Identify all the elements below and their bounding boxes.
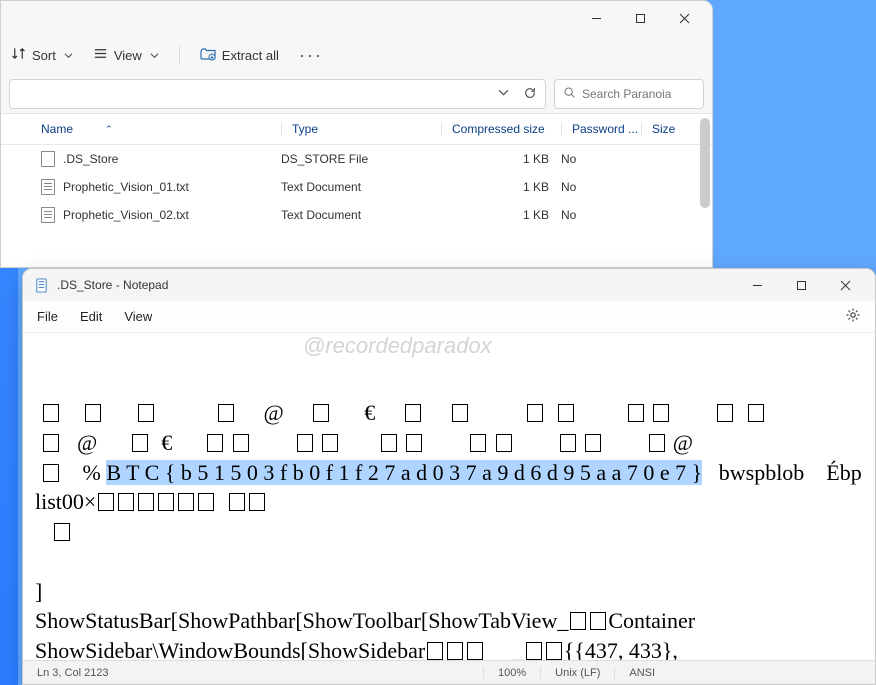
toolbar-divider bbox=[179, 45, 180, 65]
extract-icon bbox=[200, 46, 216, 65]
text-content: _ bbox=[485, 638, 524, 660]
chevron-down-icon bbox=[64, 48, 73, 63]
address-row bbox=[1, 75, 712, 113]
search-input[interactable] bbox=[582, 87, 713, 101]
chevron-down-icon bbox=[150, 48, 159, 63]
text-content bbox=[524, 638, 564, 660]
col-compressed[interactable]: Compressed size bbox=[441, 122, 561, 136]
sort-asc-icon: ⌃ bbox=[105, 124, 113, 135]
col-name[interactable]: Name ⌃ bbox=[41, 122, 281, 136]
watermark-text: @recordedparadox bbox=[303, 333, 492, 361]
gear-icon[interactable] bbox=[845, 307, 861, 326]
highlighted-flag: B T C { b 5 1 5 0 3 f b 0 f 1 f 2 7 a d … bbox=[106, 460, 702, 485]
refresh-icon[interactable] bbox=[523, 86, 537, 103]
extract-all-button[interactable]: Extract all bbox=[200, 46, 279, 65]
file-list: Name ⌃ Type Compressed size Password ...… bbox=[1, 113, 712, 268]
notepad-menubar: File Edit View bbox=[23, 301, 875, 333]
menu-view[interactable]: View bbox=[124, 309, 152, 324]
text-content: ShowSidebar\WindowBounds[ShowSidebar bbox=[35, 638, 425, 660]
close-button[interactable] bbox=[823, 270, 867, 300]
view-icon bbox=[93, 46, 108, 64]
table-row[interactable]: Prophetic_Vision_02.txt Text Document 1 … bbox=[1, 201, 712, 229]
col-size[interactable]: Size bbox=[641, 122, 701, 136]
notepad-text-area[interactable]: @recordedparadox @ € @ € @ % B T C { b 5… bbox=[23, 333, 875, 660]
text-content: Container bbox=[608, 608, 695, 633]
maximize-button[interactable] bbox=[779, 270, 823, 300]
explorer-titlebar[interactable] bbox=[1, 1, 712, 35]
more-button[interactable]: ··· bbox=[299, 50, 323, 60]
status-position: Ln 3, Col 2123 bbox=[23, 667, 483, 679]
table-row[interactable]: .DS_Store DS_STORE File 1 KB No bbox=[1, 145, 712, 173]
text-content bbox=[568, 608, 608, 633]
maximize-button[interactable] bbox=[618, 3, 662, 33]
sort-label: Sort bbox=[32, 48, 56, 63]
notepad-icon bbox=[33, 277, 49, 293]
col-password[interactable]: Password ... bbox=[561, 122, 641, 136]
notepad-title: .DS_Store - Notepad bbox=[57, 278, 727, 292]
address-bar[interactable] bbox=[9, 79, 546, 109]
minimize-button[interactable] bbox=[735, 270, 779, 300]
close-button[interactable] bbox=[662, 3, 706, 33]
list-header[interactable]: Name ⌃ Type Compressed size Password ...… bbox=[1, 114, 712, 145]
status-encoding: ANSI bbox=[614, 667, 669, 679]
text-content: {{437, 433}, bbox=[564, 638, 678, 660]
sort-icon bbox=[11, 46, 26, 64]
notepad-statusbar: Ln 3, Col 2123 100% Unix (LF) ANSI bbox=[23, 660, 875, 684]
search-icon bbox=[563, 86, 576, 102]
explorer-toolbar: Sort View Extract all ··· bbox=[1, 35, 712, 75]
notepad-titlebar[interactable]: .DS_Store - Notepad bbox=[23, 269, 875, 301]
minimize-button[interactable] bbox=[574, 3, 618, 33]
search-box[interactable] bbox=[554, 79, 704, 109]
text-content: ShowStatusBar[ShowPathbar[ShowToolbar[Sh… bbox=[35, 608, 568, 633]
menu-file[interactable]: File bbox=[37, 309, 58, 324]
status-eol: Unix (LF) bbox=[540, 667, 614, 679]
notepad-window: .DS_Store - Notepad File Edit View @reco… bbox=[22, 268, 876, 685]
explorer-window: Sort View Extract all ··· bbox=[0, 0, 713, 268]
text-file-icon bbox=[41, 207, 55, 223]
chevron-down-icon[interactable] bbox=[498, 87, 509, 101]
text-file-icon bbox=[41, 179, 55, 195]
vertical-scrollbar[interactable] bbox=[700, 118, 710, 208]
text-content bbox=[425, 638, 485, 660]
text-content: ] bbox=[35, 579, 42, 604]
menu-edit[interactable]: Edit bbox=[80, 309, 102, 324]
view-label: View bbox=[114, 48, 142, 63]
file-icon bbox=[41, 151, 55, 167]
extract-label: Extract all bbox=[222, 48, 279, 63]
col-type[interactable]: Type bbox=[281, 122, 441, 136]
status-zoom[interactable]: 100% bbox=[483, 667, 540, 679]
sort-button[interactable]: Sort bbox=[11, 46, 73, 64]
view-button[interactable]: View bbox=[93, 46, 159, 64]
table-row[interactable]: Prophetic_Vision_01.txt Text Document 1 … bbox=[1, 173, 712, 201]
